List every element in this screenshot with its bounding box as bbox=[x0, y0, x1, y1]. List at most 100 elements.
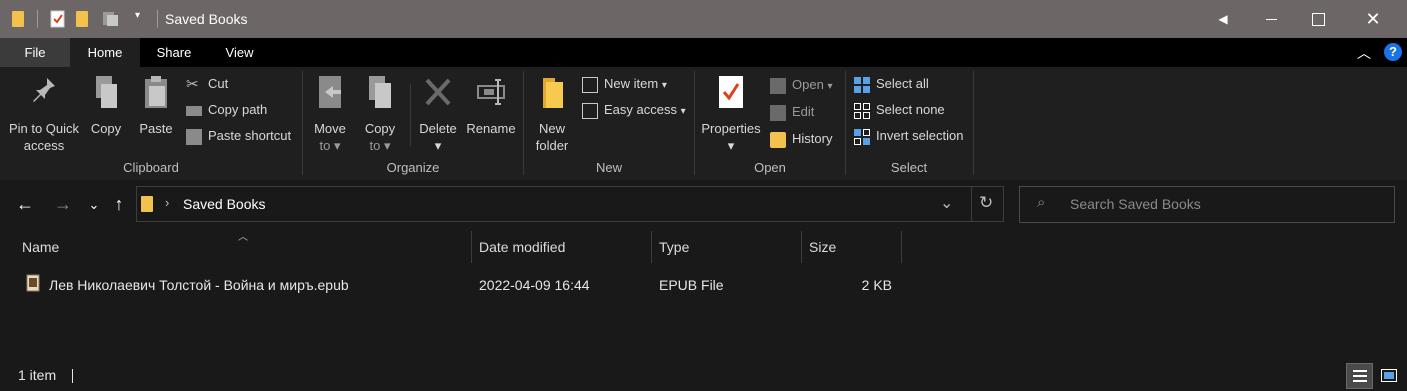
status-item-count: 1 item bbox=[18, 367, 57, 383]
close-button[interactable]: ✕ bbox=[1350, 0, 1396, 38]
help-icon[interactable]: ? bbox=[1384, 43, 1402, 61]
folder-icon bbox=[12, 11, 24, 27]
search-icon: ⌕ bbox=[1037, 194, 1046, 211]
recent-locations-chevron-icon[interactable]: ⌄ bbox=[83, 197, 105, 213]
close-icon: ✕ bbox=[1365, 9, 1381, 29]
large-icons-view-icon bbox=[1381, 369, 1397, 382]
collapse-ribbon-icon[interactable]: ︿ bbox=[1357, 43, 1371, 63]
new-folder-button[interactable]: New folder bbox=[530, 74, 574, 154]
maximize-button[interactable] bbox=[1295, 0, 1341, 38]
address-dropdown-chevron-icon[interactable]: ⌄ bbox=[940, 193, 953, 213]
divider bbox=[157, 10, 158, 28]
pin-label-line1: Pin to Quick bbox=[8, 121, 80, 136]
column-divider[interactable] bbox=[801, 231, 802, 263]
breadcrumb-saved-books[interactable]: Saved Books bbox=[183, 196, 266, 212]
easy-access-icon bbox=[582, 102, 598, 119]
new-folder-quick-icon[interactable] bbox=[76, 11, 88, 27]
sort-ascending-icon: ︿ bbox=[238, 232, 248, 243]
paste-icon bbox=[145, 76, 167, 108]
copy-path-icon bbox=[186, 105, 202, 116]
scissors-icon: ✂ bbox=[186, 75, 199, 93]
select-none-label: Select none bbox=[876, 102, 945, 117]
open-button[interactable]: Open ▾ bbox=[770, 74, 832, 96]
column-header-size[interactable]: Size bbox=[809, 237, 836, 263]
properties-check-icon[interactable] bbox=[50, 10, 66, 28]
edit-label: Edit bbox=[792, 104, 815, 119]
new-folder-icon bbox=[543, 78, 563, 108]
cut-button[interactable]: ✂ Cut bbox=[186, 73, 228, 95]
select-all-icon bbox=[854, 76, 870, 93]
breadcrumb-separator-icon[interactable]: › bbox=[165, 195, 169, 210]
details-view-button[interactable] bbox=[1346, 363, 1373, 389]
properties-icon bbox=[719, 76, 743, 108]
dropdown-arrow-icon[interactable]: ▾ bbox=[135, 10, 140, 21]
status-divider bbox=[72, 369, 73, 383]
window-title: Saved Books bbox=[165, 11, 248, 27]
select-none-button[interactable]: Select none bbox=[854, 99, 945, 121]
search-placeholder[interactable]: Search Saved Books bbox=[1070, 196, 1201, 212]
move-to-label-line1: Move bbox=[314, 121, 346, 136]
group-label-new: New bbox=[595, 160, 622, 175]
column-divider[interactable] bbox=[471, 231, 472, 263]
chevron-left-icon[interactable]: ◀ bbox=[1200, 0, 1246, 38]
move-to-button[interactable]: Move to ▾ bbox=[310, 74, 350, 154]
column-header-name[interactable]: Name bbox=[22, 237, 59, 263]
file-name[interactable]: Лев Николаевич Толстой - Война и миръ.ep… bbox=[49, 277, 349, 293]
pin-to-quick-access-button[interactable]: Pin to Quick access bbox=[4, 74, 84, 154]
delete-dropdown-icon[interactable]: ▾ bbox=[418, 137, 458, 154]
group-label-organize: Organize bbox=[386, 160, 440, 175]
paste-button[interactable]: Paste bbox=[136, 74, 176, 137]
new-item-icon bbox=[582, 76, 598, 93]
rename-icon bbox=[477, 79, 505, 105]
tab-file[interactable]: File bbox=[0, 38, 70, 67]
rename-button[interactable]: Rename bbox=[465, 74, 517, 137]
properties-dropdown-icon[interactable]: ▾ bbox=[700, 137, 762, 154]
invert-selection-button[interactable]: Invert selection bbox=[854, 125, 963, 147]
back-arrow-icon[interactable]: ← bbox=[14, 194, 36, 215]
easy-access-label: Easy access bbox=[604, 102, 677, 117]
column-header-type[interactable]: Type bbox=[659, 237, 689, 263]
history-button[interactable]: History bbox=[770, 128, 832, 150]
copy-button[interactable]: Copy bbox=[86, 74, 126, 137]
copy-icon bbox=[96, 76, 117, 108]
minimize-icon bbox=[1266, 19, 1277, 20]
large-icons-view-button[interactable] bbox=[1376, 363, 1403, 389]
view-options-icon[interactable] bbox=[102, 10, 124, 28]
delete-x-icon bbox=[425, 78, 451, 106]
column-divider[interactable] bbox=[901, 231, 902, 263]
move-to-label-line2: to ▾ bbox=[319, 138, 341, 153]
delete-button[interactable]: Delete ▾ bbox=[418, 74, 458, 154]
paste-shortcut-icon bbox=[186, 128, 202, 145]
copy-to-label-line2: to ▾ bbox=[369, 138, 391, 153]
new-item-button[interactable]: New item ▾ bbox=[582, 73, 667, 95]
column-header-date-modified[interactable]: Date modified bbox=[479, 237, 565, 263]
address-bar[interactable] bbox=[136, 186, 1004, 222]
tab-share[interactable]: Share bbox=[145, 38, 203, 67]
tab-home[interactable]: Home bbox=[70, 38, 140, 67]
properties-button[interactable]: Properties ▾ bbox=[700, 74, 762, 154]
minimize-button[interactable] bbox=[1248, 0, 1294, 38]
select-all-button[interactable]: Select all bbox=[854, 73, 929, 95]
divider bbox=[410, 84, 411, 146]
group-divider bbox=[973, 71, 974, 175]
edit-icon bbox=[770, 104, 786, 121]
invert-selection-icon bbox=[854, 128, 870, 145]
forward-arrow-icon[interactable]: → bbox=[52, 194, 74, 215]
up-arrow-icon[interactable]: ↑ bbox=[108, 194, 130, 215]
refresh-icon[interactable]: ↻ bbox=[979, 193, 993, 213]
copy-path-button[interactable]: Copy path bbox=[186, 99, 267, 121]
properties-label: Properties bbox=[701, 121, 761, 136]
folder-icon bbox=[141, 196, 153, 212]
edit-button[interactable]: Edit bbox=[770, 101, 814, 123]
copy-to-button[interactable]: Copy to ▾ bbox=[360, 74, 400, 154]
select-none-icon bbox=[854, 102, 870, 119]
paste-shortcut-button[interactable]: Paste shortcut bbox=[186, 125, 291, 147]
divider bbox=[971, 186, 972, 222]
tab-view[interactable]: View bbox=[212, 38, 267, 67]
divider bbox=[37, 10, 38, 28]
details-view-icon bbox=[1353, 370, 1367, 382]
maximize-icon bbox=[1312, 13, 1325, 26]
column-divider[interactable] bbox=[651, 231, 652, 263]
status-bar bbox=[0, 361, 1407, 391]
easy-access-button[interactable]: Easy access ▾ bbox=[582, 99, 686, 121]
